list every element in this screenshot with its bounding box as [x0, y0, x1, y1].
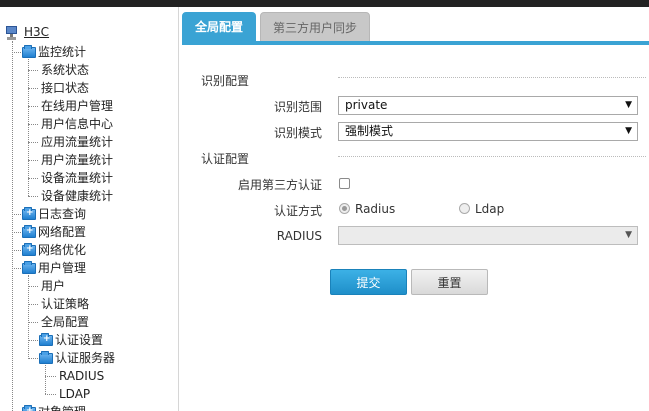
third-party-auth-checkbox[interactable]	[339, 178, 350, 189]
computer-icon	[6, 26, 17, 40]
tree-item-system-status[interactable]: 系统状态	[41, 61, 89, 79]
chevron-down-icon: ▼	[625, 230, 632, 240]
third-party-auth-label: 启用第三方认证	[237, 178, 322, 192]
chevron-down-icon: ▼	[625, 126, 632, 136]
tree-item-device-traffic[interactable]: 设备流量统计	[41, 169, 113, 187]
auth-method-label: 认证方式	[273, 204, 322, 218]
auth-method-radius-radio[interactable]	[339, 203, 350, 214]
section-identify-config: 识别配置	[201, 74, 250, 88]
tree-item-auth-policy[interactable]: 认证策略	[41, 295, 89, 313]
radius-label: RADIUS	[276, 229, 322, 243]
identify-mode-select[interactable]: 强制模式 ▼	[338, 122, 638, 141]
sidebar-tree: H3C 监控统计 系统状态 接口状态 在线用户管理 用户信息中心 应用流量统计 …	[0, 7, 179, 411]
tree-node-auth-servers[interactable]: 认证服务器	[55, 349, 115, 367]
folder-closed-icon	[39, 333, 53, 346]
folder-closed-icon	[22, 207, 36, 220]
reset-button[interactable]: 重置	[411, 269, 488, 295]
top-window-bar	[0, 0, 649, 7]
auth-method-ldap-radio[interactable]	[459, 203, 470, 214]
folder-open-icon	[39, 351, 53, 364]
tree-node-auth-settings[interactable]: 认证设置	[55, 331, 103, 349]
chevron-down-icon: ▼	[625, 100, 632, 110]
identify-mode-label: 识别模式	[273, 126, 322, 140]
tree-item-interface-status[interactable]: 接口状态	[41, 79, 89, 97]
tree-item-app-traffic[interactable]: 应用流量统计	[41, 133, 113, 151]
identify-scope-label: 识别范围	[273, 100, 322, 114]
section-divider	[338, 156, 646, 157]
section-auth-config: 认证配置	[201, 152, 250, 166]
tree-node-monitor[interactable]: 监控统计	[38, 43, 86, 61]
tree-root-h3c[interactable]: H3C	[24, 25, 49, 39]
tree-item-user-info-center[interactable]: 用户信息中心	[41, 115, 113, 133]
submit-button[interactable]: 提交	[330, 269, 407, 295]
tree-trunk-line	[12, 41, 13, 411]
tree-item-global-config[interactable]: 全局配置	[41, 313, 89, 331]
identify-scope-select[interactable]: private ▼	[338, 96, 638, 115]
tree-item-online-users[interactable]: 在线用户管理	[41, 97, 113, 115]
tree-node-object-management[interactable]: 对象管理	[38, 403, 86, 411]
tab-third-party-sync[interactable]: 第三方用户同步	[260, 12, 370, 42]
tab-global-config[interactable]: 全局配置	[182, 12, 256, 42]
radius-server-select: ▼	[338, 226, 638, 245]
tree-item-user-traffic[interactable]: 用户流量统计	[41, 151, 113, 169]
tab-underline	[182, 41, 649, 45]
tree-node-network-config[interactable]: 网络配置	[38, 223, 86, 241]
section-divider	[338, 77, 646, 78]
tree-item-radius[interactable]: RADIUS	[59, 367, 104, 385]
tree-item-device-health[interactable]: 设备健康统计	[41, 187, 113, 205]
tree-item-ldap[interactable]: LDAP	[59, 385, 90, 403]
tree-node-user-management[interactable]: 用户管理	[38, 259, 86, 277]
tree-item-users[interactable]: 用户	[41, 277, 65, 295]
folder-closed-icon	[22, 225, 36, 238]
tree-node-log-query[interactable]: 日志查询	[38, 205, 86, 223]
folder-closed-icon	[22, 243, 36, 256]
folder-open-icon	[22, 45, 36, 58]
auth-method-radius-label[interactable]: Radius	[355, 202, 395, 216]
auth-method-ldap-label[interactable]: Ldap	[475, 202, 504, 216]
folder-closed-icon	[22, 405, 36, 411]
folder-open-icon	[22, 261, 36, 274]
tree-node-network-optimize[interactable]: 网络优化	[38, 241, 86, 259]
